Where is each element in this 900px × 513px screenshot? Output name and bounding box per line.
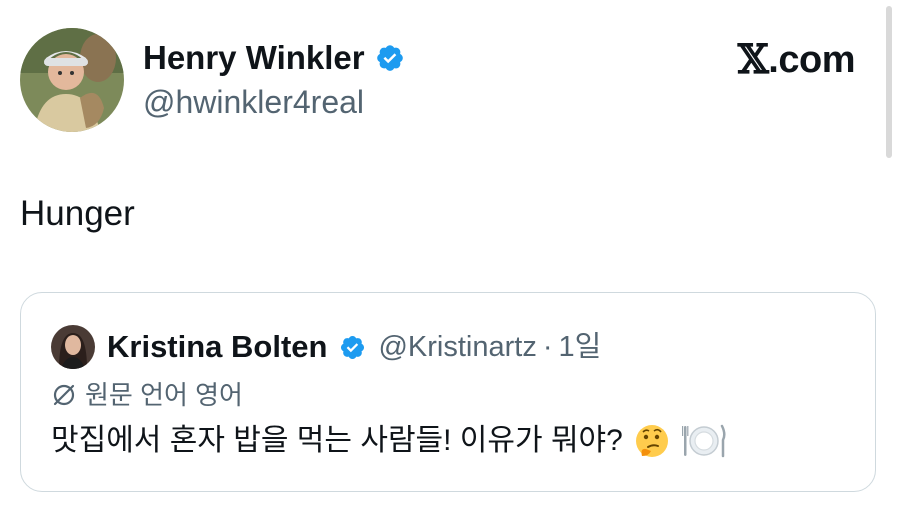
plate-with-cutlery-icon [681, 422, 727, 460]
author-avatar[interactable] [20, 28, 124, 132]
quoted-tweet-time[interactable]: 1일 [559, 327, 602, 367]
x-logo-icon: 𝕏 [737, 36, 769, 83]
quoted-tweet-text: 맛집에서 혼자 밥을 먹는 사람들! 이유가 뭐야? [51, 424, 623, 457]
verified-badge-icon [375, 43, 405, 73]
thinking-face-icon [633, 422, 671, 460]
translate-icon [51, 382, 77, 408]
author-handle[interactable]: @hwinkler4real [143, 82, 364, 122]
quoted-tweet-text-row: 맛집에서 혼자 밥을 먹는 사람들! 이유가 뭐야? [51, 421, 727, 461]
meta-separator: · [542, 331, 553, 363]
quoted-author-handle[interactable]: @Kristinartz [378, 327, 536, 367]
quoted-tweet-card[interactable]: Kristina Bolten @Kristinartz · 1일 원문 언어 … [20, 292, 876, 492]
translate-label: 원문 언어 영어 [85, 380, 243, 410]
author-name[interactable]: Henry Winkler [143, 38, 365, 78]
quoted-tweet-header: Kristina Bolten @Kristinartz · 1일 [51, 325, 601, 369]
quoted-author-name[interactable]: Kristina Bolten [107, 327, 327, 367]
tweet-text: Hunger [20, 194, 135, 233]
x-brand: 𝕏 .com [737, 36, 856, 83]
quoted-author-avatar[interactable] [51, 325, 95, 369]
quoted-verified-badge-icon [339, 334, 366, 361]
brand-label: .com [768, 39, 855, 81]
scrollbar[interactable] [886, 6, 892, 158]
quoted-tweet-meta: @Kristinartz · 1일 [378, 327, 601, 367]
author-name-row[interactable]: Henry Winkler [143, 38, 405, 78]
translate-notice[interactable]: 원문 언어 영어 [51, 378, 243, 412]
tweet-page: Henry Winkler @hwinkler4real 𝕏 .com Hung… [0, 0, 900, 513]
